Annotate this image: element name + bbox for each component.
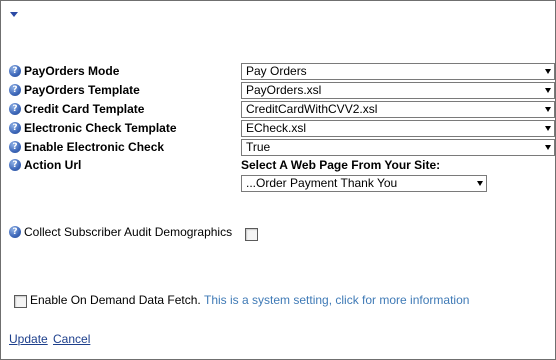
dropdown-arrow-icon [545, 126, 551, 131]
payorders-template-label: PayOrders Template [24, 83, 140, 97]
payorders-mode-value: Pay Orders [246, 64, 307, 78]
on-demand-checkbox[interactable] [14, 295, 27, 308]
help-icon[interactable]: ? [9, 84, 21, 96]
action-url-value: ...Order Payment Thank You [246, 176, 398, 190]
on-demand-label: Enable On Demand Data Fetch. [30, 293, 201, 307]
help-icon[interactable]: ? [9, 159, 21, 171]
enable-electronic-check-select[interactable]: True [241, 139, 555, 156]
help-icon[interactable]: ? [9, 122, 21, 134]
settings-panel: ? PayOrders Mode Pay Orders ? PayOrders … [0, 0, 556, 360]
system-setting-info-link[interactable]: This is a system setting, click for more… [204, 293, 469, 307]
dropdown-arrow-icon [545, 145, 551, 150]
action-url-caption: Select A Web Page From Your Site: [241, 158, 441, 172]
enable-electronic-check-label: Enable Electronic Check [24, 140, 165, 154]
electronic-check-template-label: Electronic Check Template [24, 121, 177, 135]
dropdown-arrow-icon [545, 88, 551, 93]
action-url-select[interactable]: ...Order Payment Thank You [241, 175, 487, 192]
electronic-check-template-value: ECheck.xsl [246, 121, 307, 135]
action-url-label: Action Url [24, 158, 82, 172]
collapse-arrow-icon[interactable] [10, 12, 18, 17]
dropdown-arrow-icon [477, 181, 483, 186]
dropdown-arrow-icon [545, 69, 551, 74]
dropdown-arrow-icon [545, 107, 551, 112]
cancel-link[interactable]: Cancel [53, 332, 90, 346]
credit-card-template-label: Credit Card Template [24, 102, 145, 116]
collect-demographics-checkbox[interactable] [245, 228, 258, 241]
payorders-template-select[interactable]: PayOrders.xsl [241, 82, 555, 99]
payorders-template-value: PayOrders.xsl [246, 83, 322, 97]
credit-card-template-select[interactable]: CreditCardWithCVV2.xsl [241, 101, 555, 118]
help-icon[interactable]: ? [9, 226, 21, 238]
enable-electronic-check-value: True [246, 140, 271, 154]
payorders-mode-label: PayOrders Mode [24, 64, 120, 78]
update-link[interactable]: Update [9, 332, 48, 346]
collect-demographics-label: Collect Subscriber Audit Demographics [24, 225, 233, 239]
help-icon[interactable]: ? [9, 141, 21, 153]
help-icon[interactable]: ? [9, 65, 21, 77]
credit-card-template-value: CreditCardWithCVV2.xsl [246, 102, 378, 116]
payorders-mode-select[interactable]: Pay Orders [241, 63, 555, 80]
help-icon[interactable]: ? [9, 103, 21, 115]
electronic-check-template-select[interactable]: ECheck.xsl [241, 120, 555, 137]
